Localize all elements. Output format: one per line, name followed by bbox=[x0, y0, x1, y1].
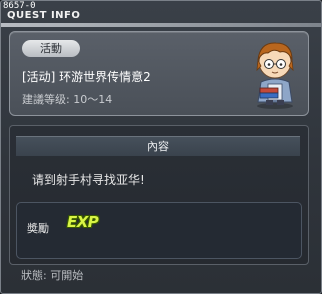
title-bar[interactable]: QUEST INFO bbox=[1, 10, 321, 27]
exp-reward-icon: EXP bbox=[67, 213, 99, 231]
npc-portrait-icon bbox=[246, 36, 304, 110]
quest-summary-panel: 活動 [活动] 环游世界传情意2 建議等级: 10～14 bbox=[9, 31, 309, 116]
quest-content-panel: 內容 请到射手村寻找亚华! 奬勵 EXP bbox=[9, 125, 309, 265]
recommended-level: 建議等级: 10～14 bbox=[22, 93, 113, 106]
reward-label: 奬勵 bbox=[27, 222, 49, 235]
quest-status: 狀態: 可開始 bbox=[21, 269, 84, 282]
quest-description: 请到射手村寻找亚华! bbox=[32, 173, 145, 187]
content-header: 內容 bbox=[16, 136, 300, 156]
title-divider bbox=[1, 23, 321, 27]
window-title: QUEST INFO bbox=[7, 10, 81, 21]
quest-info-window: 8657-0 QUEST INFO 活動 [活动] 环游世界传情意2 建議等级:… bbox=[0, 0, 322, 294]
category-badge: 活動 bbox=[22, 40, 80, 57]
quest-name: [活动] 环游世界传情意2 bbox=[22, 70, 151, 84]
reward-box: 奬勵 EXP bbox=[16, 202, 302, 259]
